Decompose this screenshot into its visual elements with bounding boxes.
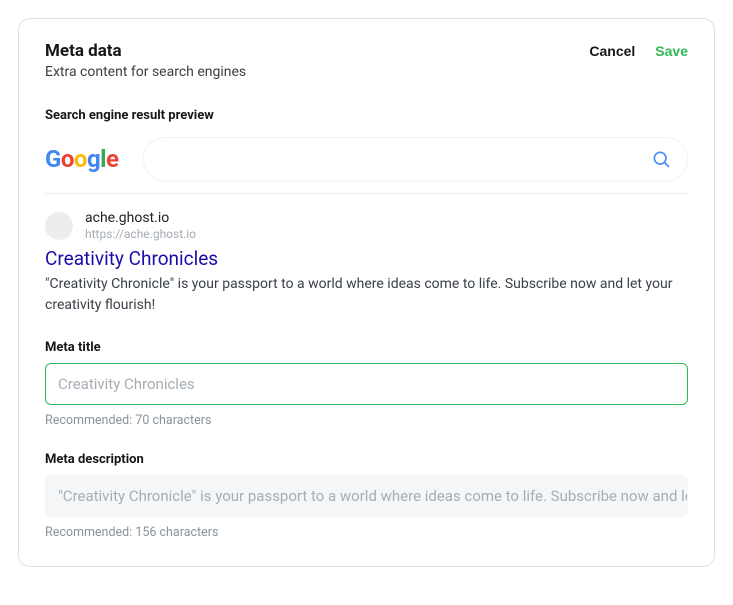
- serp-divider: [45, 193, 688, 194]
- serp-site-text: ache.ghost.io https://ache.ghost.io: [85, 210, 196, 241]
- cancel-button[interactable]: Cancel: [589, 43, 635, 59]
- serp-section-label: Search engine result preview: [45, 108, 688, 123]
- meta-description-input[interactable]: "Creativity Chronicle" is your passport …: [45, 475, 688, 517]
- panel-actions: Cancel Save: [589, 41, 688, 59]
- search-icon: [651, 149, 671, 169]
- serp-domain: ache.ghost.io: [85, 210, 196, 227]
- serp-result: ache.ghost.io https://ache.ghost.io Crea…: [45, 210, 688, 316]
- panel-header: Meta data Extra content for search engin…: [45, 41, 688, 80]
- serp-searchbar-row: Google: [45, 137, 688, 181]
- panel-title-block: Meta data Extra content for search engin…: [45, 41, 589, 80]
- google-logo: Google: [45, 145, 119, 173]
- serp-favicon: [45, 212, 73, 240]
- save-button[interactable]: Save: [655, 43, 688, 59]
- panel-title: Meta data: [45, 41, 589, 61]
- meta-description-label: Meta description: [45, 452, 688, 467]
- meta-description-helper: Recommended: 156 characters: [45, 525, 688, 540]
- serp-searchbar: [143, 137, 689, 181]
- meta-title-helper: Recommended: 70 characters: [45, 413, 688, 428]
- meta-title-input[interactable]: [45, 363, 688, 405]
- panel-subtitle: Extra content for search engines: [45, 64, 589, 80]
- serp-title: Creativity Chronicles: [45, 247, 688, 270]
- serp-description: "Creativity Chronicle" is your passport …: [45, 274, 688, 316]
- meta-data-panel: Meta data Extra content for search engin…: [18, 18, 715, 567]
- meta-description-placeholder: "Creativity Chronicle" is your passport …: [58, 487, 688, 505]
- meta-title-label: Meta title: [45, 340, 688, 355]
- serp-url: https://ache.ghost.io: [85, 227, 196, 241]
- serp-site-row: ache.ghost.io https://ache.ghost.io: [45, 210, 688, 241]
